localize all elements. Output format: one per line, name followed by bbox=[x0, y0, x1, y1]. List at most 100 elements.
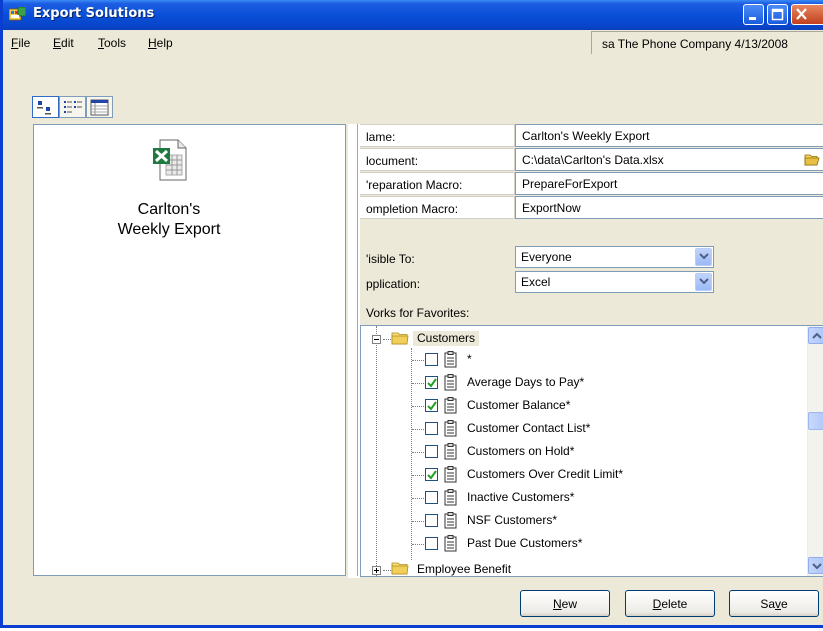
details-view-button[interactable] bbox=[86, 96, 113, 118]
delete-button[interactable]: Delete bbox=[625, 590, 715, 617]
document-item-label-line1: Carlton's bbox=[137, 201, 201, 218]
new-button[interactable]: New bbox=[520, 590, 610, 617]
application-value: Excel bbox=[521, 275, 551, 289]
report-icon bbox=[444, 420, 457, 437]
report-icon bbox=[444, 489, 457, 506]
splitter-line bbox=[357, 124, 358, 576]
favorite-checkbox[interactable] bbox=[425, 514, 438, 527]
report-icon bbox=[444, 443, 457, 460]
collapse-toggle[interactable] bbox=[372, 335, 381, 344]
favorites-scrollbar[interactable] bbox=[807, 326, 823, 576]
scroll-thumb[interactable] bbox=[808, 412, 823, 430]
preparation-macro-label: 'reparation Macro: bbox=[360, 172, 515, 195]
details-view-icon bbox=[90, 99, 109, 116]
application-label: pplication: bbox=[366, 277, 421, 291]
menu-edit-label: dit bbox=[61, 36, 74, 50]
tree-item-label: Customer Contact List* bbox=[467, 421, 591, 435]
list-view-button[interactable] bbox=[59, 96, 86, 118]
tree-connector bbox=[383, 339, 391, 340]
document-field[interactable]: C:\data\Carlton's Data.xlsx bbox=[515, 148, 823, 171]
tree-item[interactable]: Average Days to Pay* bbox=[361, 372, 801, 394]
favorites-tree: Customers * Average Days to Pay* Custome… bbox=[360, 325, 823, 577]
document-label: locument: bbox=[360, 148, 515, 171]
tree-item[interactable]: Customer Contact List* bbox=[361, 418, 801, 440]
visible-to-select[interactable]: Everyone bbox=[515, 246, 714, 268]
tree-item-label: NSF Customers* bbox=[467, 513, 558, 527]
report-icon bbox=[444, 397, 457, 414]
checkmark-icon bbox=[427, 378, 437, 388]
window-title: Export Solutions bbox=[33, 6, 155, 21]
tree-connector bbox=[412, 544, 424, 545]
new-button-label: ew bbox=[561, 597, 577, 611]
menu-tools[interactable]: Tools bbox=[98, 36, 126, 50]
favorite-checkbox[interactable] bbox=[425, 468, 438, 481]
browse-folder-icon[interactable] bbox=[804, 153, 820, 166]
tree-group-employee-benefit[interactable]: Employee Benefit bbox=[361, 558, 801, 576]
favorite-checkbox[interactable] bbox=[425, 491, 438, 504]
property-row-name: lame: Carlton's Weekly Export bbox=[360, 124, 823, 147]
tree-item-label: Past Due Customers* bbox=[467, 536, 583, 550]
new-button-mnemonic: N bbox=[552, 597, 562, 611]
tree-item-label: Customer Balance* bbox=[467, 398, 571, 412]
tree-item[interactable]: Customer Balance* bbox=[361, 395, 801, 417]
application-dropdown-button[interactable] bbox=[695, 273, 712, 291]
completion-macro-field[interactable]: ExportNow bbox=[515, 196, 823, 219]
close-icon bbox=[796, 8, 807, 20]
menu-file[interactable]: File bbox=[11, 36, 30, 50]
status-text: sa The Phone Company 4/13/2008 bbox=[602, 37, 788, 51]
scroll-up-button[interactable] bbox=[808, 327, 823, 344]
menu-edit[interactable]: Edit bbox=[53, 36, 74, 50]
tree-item-label: Inactive Customers* bbox=[467, 490, 575, 504]
chevron-up-icon bbox=[812, 332, 822, 339]
tree-item[interactable]: * bbox=[361, 349, 801, 371]
save-button[interactable]: Save bbox=[729, 590, 819, 617]
menu-edit-mnemonic: E bbox=[53, 36, 62, 50]
menu-help[interactable]: Help bbox=[148, 36, 173, 50]
panel-splitter[interactable] bbox=[348, 124, 360, 578]
favorite-checkbox[interactable] bbox=[425, 376, 438, 389]
favorite-checkbox[interactable] bbox=[425, 353, 438, 366]
property-row-document: locument: C:\data\Carlton's Data.xlsx bbox=[360, 148, 823, 171]
minimize-icon bbox=[749, 17, 756, 20]
tree-item[interactable]: Past Due Customers* bbox=[361, 533, 801, 555]
report-icon bbox=[444, 535, 457, 552]
favorite-checkbox[interactable] bbox=[425, 445, 438, 458]
report-icon bbox=[444, 466, 457, 483]
status-panel: sa The Phone Company 4/13/2008 bbox=[591, 31, 823, 54]
tree-item[interactable]: Customers on Hold* bbox=[361, 441, 801, 463]
close-button[interactable] bbox=[791, 4, 823, 25]
expand-toggle[interactable] bbox=[372, 566, 381, 575]
completion-macro-label: ompletion Macro: bbox=[360, 196, 515, 219]
tree-item[interactable]: Customers Over Credit Limit* bbox=[361, 464, 801, 486]
chevron-down-icon bbox=[699, 253, 709, 260]
preparation-macro-field[interactable]: PrepareForExport bbox=[515, 172, 823, 195]
tree-item[interactable]: NSF Customers* bbox=[361, 510, 801, 532]
scroll-down-button[interactable] bbox=[808, 557, 823, 574]
minimize-button[interactable] bbox=[743, 4, 764, 25]
favorite-checkbox[interactable] bbox=[425, 537, 438, 550]
maximize-button[interactable] bbox=[767, 4, 788, 25]
save-button-label-end: e bbox=[781, 597, 788, 611]
application-select[interactable]: Excel bbox=[515, 271, 714, 293]
title-bar[interactable]: Export Solutions bbox=[3, 0, 823, 30]
tree-item-label: * bbox=[467, 352, 472, 366]
delete-button-mnemonic: D bbox=[652, 597, 662, 611]
export-solutions-window: Export Solutions File Edit Tools Help sa… bbox=[0, 0, 823, 628]
name-field[interactable]: Carlton's Weekly Export bbox=[515, 124, 823, 147]
tree-item[interactable]: Inactive Customers* bbox=[361, 487, 801, 509]
excel-document-icon bbox=[153, 139, 187, 181]
list-view-icon bbox=[64, 101, 82, 113]
favorite-checkbox[interactable] bbox=[425, 422, 438, 435]
favorite-checkbox[interactable] bbox=[425, 399, 438, 412]
visible-to-dropdown-button[interactable] bbox=[695, 248, 712, 266]
tree-group-label: Customers bbox=[413, 331, 480, 346]
tree-connector bbox=[412, 406, 424, 407]
menu-help-mnemonic: H bbox=[148, 36, 157, 50]
works-for-favorites-label: Vorks for Favorites: bbox=[366, 306, 470, 320]
large-icons-view-button[interactable] bbox=[32, 96, 59, 118]
report-icon bbox=[444, 374, 457, 391]
report-icon bbox=[444, 512, 457, 529]
tree-group-customers[interactable]: Customers bbox=[361, 328, 801, 350]
visible-to-value: Everyone bbox=[521, 250, 572, 264]
folder-icon bbox=[391, 332, 409, 345]
